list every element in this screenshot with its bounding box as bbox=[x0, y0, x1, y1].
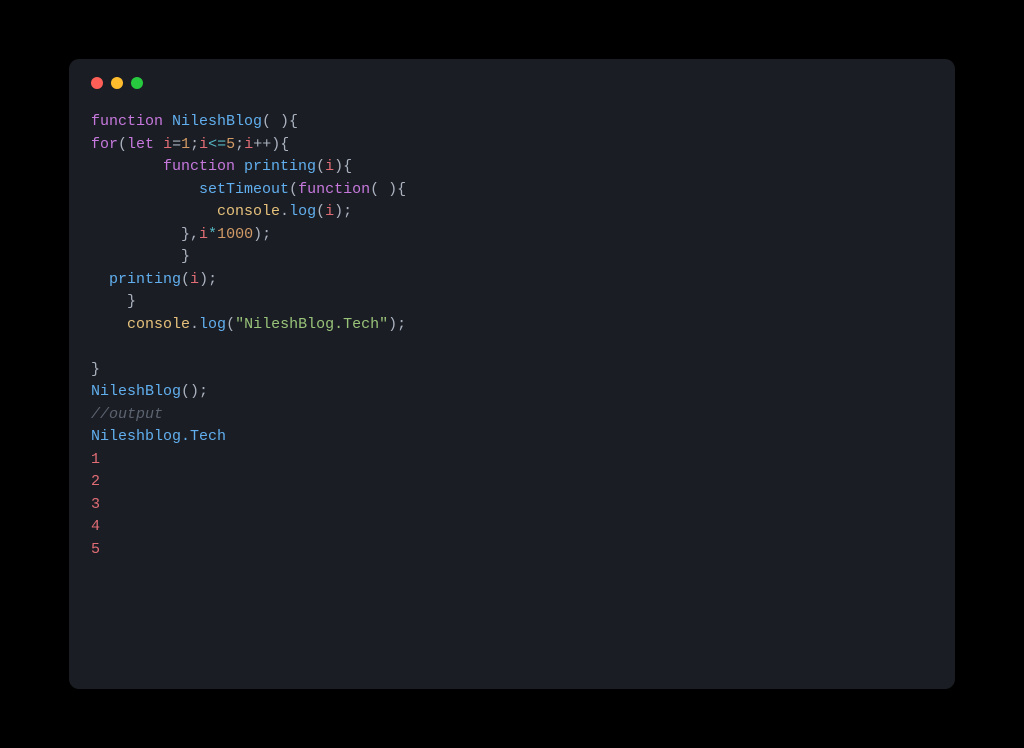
punct: ); bbox=[388, 316, 406, 333]
string: "NileshBlog.Tech" bbox=[235, 316, 388, 333]
function-name: setTimeout bbox=[199, 181, 289, 198]
output-line: 1 bbox=[91, 451, 100, 468]
space bbox=[235, 158, 244, 175]
output-line: Nileshblog.Tech bbox=[91, 428, 226, 445]
indent bbox=[91, 293, 127, 310]
output-line: 5 bbox=[91, 541, 100, 558]
punct: . bbox=[190, 316, 199, 333]
variable: i bbox=[163, 136, 172, 153]
maximize-icon[interactable] bbox=[131, 77, 143, 89]
variable: i bbox=[244, 136, 253, 153]
keyword: function bbox=[91, 113, 163, 130]
indent bbox=[91, 181, 199, 198]
punct: (); bbox=[181, 383, 208, 400]
punct: = bbox=[172, 136, 181, 153]
punct: ){ bbox=[334, 158, 352, 175]
operator: ++ bbox=[253, 136, 271, 153]
punct: ); bbox=[199, 271, 217, 288]
punct: ( ){ bbox=[262, 113, 298, 130]
output-line: 4 bbox=[91, 518, 100, 535]
number: 5 bbox=[226, 136, 235, 153]
function-name: printing bbox=[244, 158, 316, 175]
keyword: function bbox=[163, 158, 235, 175]
function-call: NileshBlog bbox=[91, 383, 181, 400]
indent bbox=[91, 226, 181, 243]
method: log bbox=[289, 203, 316, 220]
punct: ( bbox=[118, 136, 127, 153]
indent bbox=[91, 248, 181, 265]
punct: ( bbox=[226, 316, 235, 333]
variable: i bbox=[199, 136, 208, 153]
object: console bbox=[217, 203, 280, 220]
object: console bbox=[127, 316, 190, 333]
output-line: 3 bbox=[91, 496, 100, 513]
punct: } bbox=[91, 361, 100, 378]
keyword: for bbox=[91, 136, 118, 153]
punct: ( bbox=[316, 203, 325, 220]
method: log bbox=[199, 316, 226, 333]
code-editor-window: function NileshBlog( ){ for(let i=1;i<=5… bbox=[69, 59, 955, 689]
close-icon[interactable] bbox=[91, 77, 103, 89]
indent bbox=[91, 203, 217, 220]
indent bbox=[91, 271, 109, 288]
variable: i bbox=[199, 226, 208, 243]
output-line: 2 bbox=[91, 473, 100, 490]
punct: ( bbox=[181, 271, 190, 288]
variable: i bbox=[325, 203, 334, 220]
punct: ( ){ bbox=[370, 181, 406, 198]
operator: <= bbox=[208, 136, 226, 153]
number: 1000 bbox=[217, 226, 253, 243]
keyword: let bbox=[127, 136, 154, 153]
punct: ){ bbox=[271, 136, 289, 153]
punct: ( bbox=[289, 181, 298, 198]
function-name: NileshBlog bbox=[172, 113, 262, 130]
punct: ( bbox=[316, 158, 325, 175]
punct: } bbox=[181, 248, 190, 265]
indent bbox=[91, 158, 163, 175]
indent bbox=[91, 316, 127, 333]
operator: * bbox=[208, 226, 217, 243]
punct: ); bbox=[334, 203, 352, 220]
punct: ; bbox=[235, 136, 244, 153]
minimize-icon[interactable] bbox=[111, 77, 123, 89]
punct: }, bbox=[181, 226, 199, 243]
variable: i bbox=[325, 158, 334, 175]
comment: //output bbox=[91, 406, 163, 423]
punct: ; bbox=[190, 136, 199, 153]
keyword: function bbox=[298, 181, 370, 198]
window-titlebar bbox=[91, 77, 933, 89]
punct: . bbox=[280, 203, 289, 220]
punct: } bbox=[127, 293, 136, 310]
number: 1 bbox=[181, 136, 190, 153]
code-block: function NileshBlog( ){ for(let i=1;i<=5… bbox=[91, 111, 933, 561]
variable: i bbox=[190, 271, 199, 288]
punct: ); bbox=[253, 226, 271, 243]
space bbox=[154, 136, 163, 153]
function-call: printing bbox=[109, 271, 181, 288]
